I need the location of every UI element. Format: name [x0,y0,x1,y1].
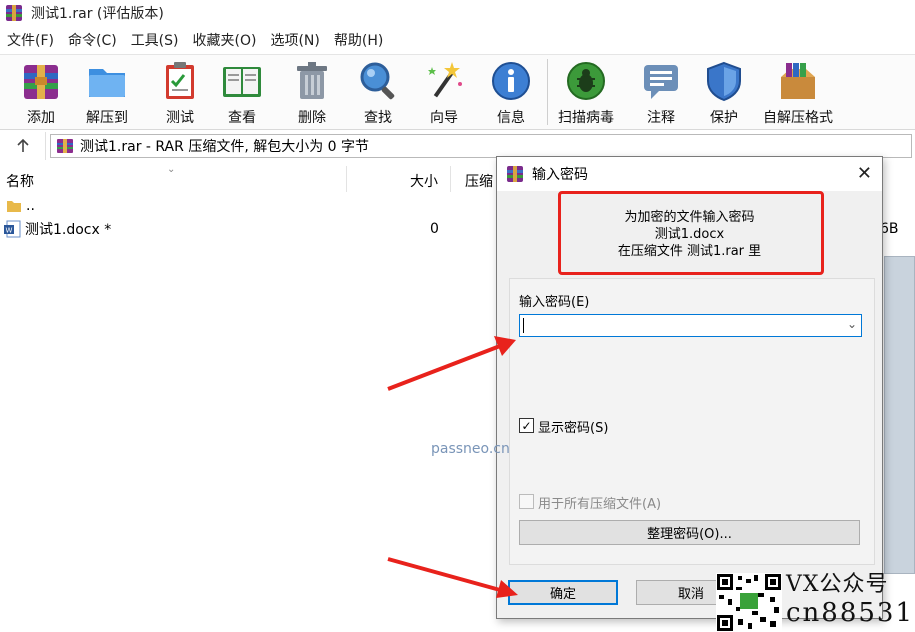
clipboard-check-icon [166,62,194,99]
sfx-box-icon [781,63,815,99]
up-folder-button[interactable] [0,132,46,160]
word-document-icon: W [4,220,21,238]
path-field[interactable]: 测试1.rar - RAR 压缩文件, 解包大小为 0 字节 [50,134,912,158]
show-password-checkbox[interactable]: ✓ [519,418,534,433]
extract-to-button[interactable]: 解压到 [85,59,129,127]
menu-bar: 文件(F) 命令(C) 工具(S) 收藏夹(O) 选项(N) 帮助(H) [0,28,915,52]
list-item-parent[interactable]: .. [0,194,500,218]
test-button[interactable]: 测试 [158,59,202,127]
site-watermark: passneo.cn [431,441,510,457]
wizard-button[interactable]: 向导 [422,59,466,127]
close-icon[interactable]: ✕ [857,163,872,184]
column-packed[interactable]: 压缩 [465,171,493,191]
column-divider[interactable] [450,166,451,192]
show-password-label[interactable]: 显示密码(S) [538,417,608,436]
comment-button[interactable]: 注释 [639,59,683,127]
view-button[interactable]: 查看 [220,59,264,127]
watermark-line: VX公众号 [786,572,889,597]
info-button[interactable]: 信息 [489,59,533,127]
sort-chevron-icon: ⌄ [167,164,176,175]
dialog-title: 输入密码 [532,167,588,183]
scan-virus-button[interactable]: 扫描病毒 [558,59,614,127]
rar-archive-icon [57,139,73,153]
column-size[interactable]: 大小 [410,171,438,191]
corner-watermark: VX公众号 cn88531 [786,572,915,632]
ok-button[interactable]: 确定 [508,580,618,605]
list-item-docx[interactable]: W 测试1.docx * 0 [0,217,500,241]
sfx-button[interactable]: 自解压格式 [763,59,833,127]
trash-icon [297,62,327,99]
shield-icon [707,61,741,102]
path-text: 测试1.rar - RAR 压缩文件, 解包大小为 0 字节 [80,139,370,155]
title-bar: 测试1.rar (评估版本) [0,0,915,26]
file-size: 0 [430,221,439,237]
organize-passwords-button[interactable]: 整理密码(O)... [519,520,860,545]
use-for-all-checkbox[interactable] [519,494,534,509]
magic-wand-icon [428,62,462,98]
use-for-all-label[interactable]: 用于所有压缩文件(A) [538,493,661,512]
svg-text:W: W [6,227,13,235]
file-name: 测试1.docx * [25,222,112,238]
toolbar-separator [547,59,548,125]
bug-icon [567,62,605,100]
file-name: .. [26,198,35,214]
menu-help[interactable]: 帮助(H) [327,30,390,50]
winrar-app-icon [507,166,523,182]
window-title: 测试1.rar (评估版本) [31,6,164,22]
info-icon [492,62,530,100]
book-icon [223,67,261,97]
toolbar: 添加 解压到 测试 查看 删除 查找 向导 信息 扫描病毒 注释 保护 自解压格… [0,54,915,130]
menu-tools[interactable]: 工具(S) [124,30,186,50]
menu-favorites[interactable]: 收藏夹(O) [186,30,264,50]
column-name[interactable]: 名称 [6,171,34,191]
find-button[interactable]: 查找 [356,59,400,127]
add-button[interactable]: 添加 [19,59,63,127]
magnifier-icon [360,62,395,100]
background-window-edge [884,256,915,574]
add-archive-icon [24,65,58,99]
protect-button[interactable]: 保护 [702,59,746,127]
qr-code-icon [716,573,782,632]
column-divider[interactable] [346,166,347,192]
watermark-line: cn88531 [786,598,915,628]
comment-icon [644,65,678,99]
folder-icon [89,69,125,97]
winrar-app-icon [6,5,22,21]
text-caret [523,318,524,333]
menu-options[interactable]: 选项(N) [263,30,326,50]
menu-commands[interactable]: 命令(C) [61,30,124,50]
arrow-up-icon [16,138,29,152]
password-input[interactable]: ⌄ [519,314,862,337]
delete-button[interactable]: 删除 [290,59,334,127]
password-label: 输入密码(E) [519,295,590,310]
dialog-title-bar[interactable]: 输入密码 [497,157,882,191]
folder-icon [7,201,21,212]
chevron-down-icon[interactable]: ⌄ [847,317,857,331]
menu-file[interactable]: 文件(F) [0,30,61,50]
highlight-box [558,191,824,275]
